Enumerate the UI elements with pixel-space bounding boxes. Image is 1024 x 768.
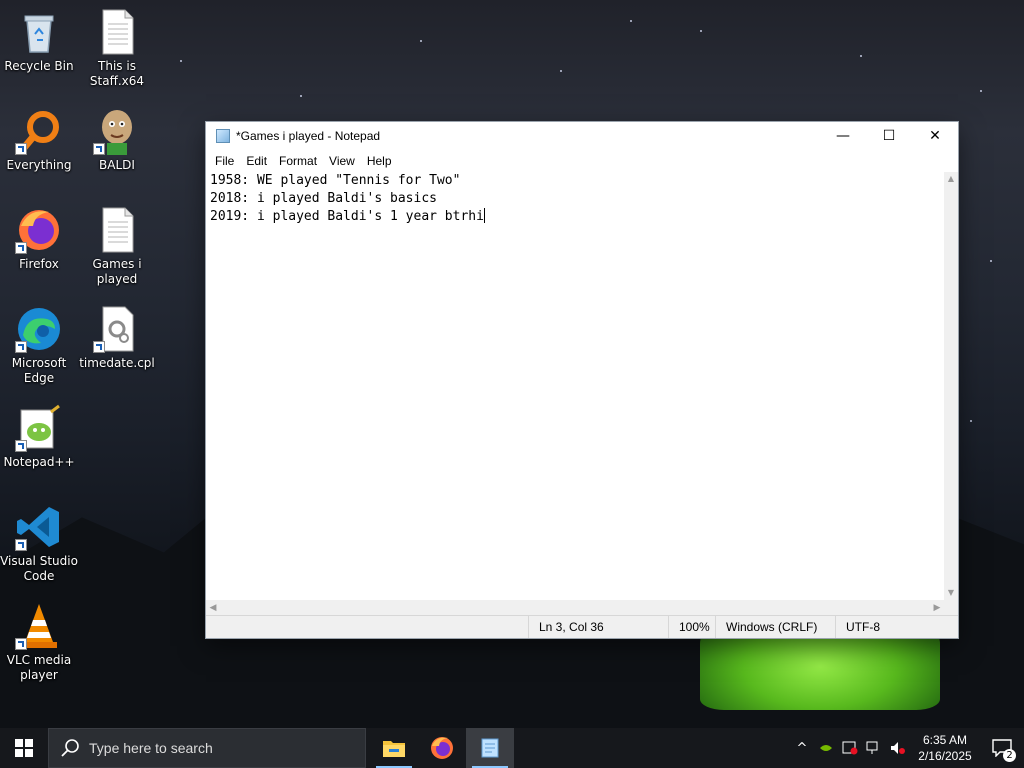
clock-date: 2/16/2025 [918,749,972,763]
close-button[interactable]: ✕ [912,122,958,150]
text-document-icon [93,206,141,254]
minimize-button[interactable]: — [820,122,866,150]
desktop-icon-firefox[interactable]: Firefox [0,206,78,272]
menu-bar: File Edit Format View Help [206,150,958,172]
status-bar: Ln 3, Col 36 100% Windows (CRLF) UTF-8 [206,615,958,638]
start-button[interactable] [0,728,48,768]
edge-icon [15,305,63,353]
vertical-scrollbar[interactable]: ▲ ▼ [944,172,958,600]
desktop-icon-label: Notepad++ [3,455,75,469]
folder-icon [383,741,405,757]
taskbar-firefox[interactable] [418,728,466,768]
shortcut-arrow-icon [15,143,27,155]
firefox-icon [15,206,63,254]
nvidia-icon[interactable] [814,728,838,768]
search-icon [61,739,79,757]
vlc-cone-icon [15,602,63,650]
desktop-icon-label: Firefox [19,257,59,271]
desktop-icon-everything[interactable]: Everything [0,107,78,173]
desktop-icon-label: BALDI [99,158,135,172]
shortcut-arrow-icon [15,539,27,551]
taskbar-clock[interactable]: 6:35 AM 2/16/2025 [910,732,980,764]
desktop-icon-edge[interactable]: Microsoft Edge [0,305,78,386]
text-caret [483,208,485,223]
notepad-icon [481,738,499,758]
scroll-up-icon[interactable]: ▲ [944,172,958,186]
baldi-face-icon [93,107,141,155]
magnifier-icon [15,107,63,155]
recycle-bin-icon [15,8,63,56]
clock-time: 6:35 AM [922,733,968,747]
status-line-ending: Windows (CRLF) [715,616,835,638]
taskbar-notepad[interactable] [466,728,514,768]
status-encoding: UTF-8 [835,616,958,638]
editor-line: 1958: WE played "Tennis for Two" [210,173,461,188]
maximize-button[interactable]: ☐ [866,122,912,150]
menu-format[interactable]: Format [273,154,323,168]
menu-help[interactable]: Help [361,154,398,168]
desktop-icon-vlc[interactable]: VLC media player [0,602,78,683]
taskbar: Type here to search ^ 6:35 AM 2/16/2025 … [0,728,1024,768]
window-title: *Games i played - Notepad [236,129,381,143]
desktop-icon-label: timedate.cpl [79,356,155,370]
editor-line: 2018: i played Baldi's basics [210,191,437,206]
notepad-plus-plus-icon [15,404,63,452]
notepad-icon [216,129,230,143]
menu-view[interactable]: View [323,154,361,168]
shortcut-arrow-icon [93,143,105,155]
notepad-window[interactable]: *Games i played - Notepad — ☐ ✕ File Edi… [206,122,958,638]
security-warning-icon[interactable] [838,728,862,768]
desktop-icon-label: This is Staff.x64 [89,59,145,88]
scroll-right-icon[interactable]: ▶ [930,600,944,616]
horizontal-scrollbar[interactable]: ◀ ▶ [206,600,944,616]
desktop-icon-baldi[interactable]: BALDI [78,107,156,173]
editor-line-text: 2019: i played Baldi's 1 year btrhi [210,209,484,224]
notification-center-button[interactable]: 2 [980,728,1024,768]
desktop-icon-staff-x64[interactable]: This is Staff.x64 [78,8,156,89]
menu-edit[interactable]: Edit [240,154,273,168]
text-editor[interactable]: 1958: WE played "Tennis for Two" 2018: i … [206,172,944,600]
menu-file[interactable]: File [209,154,240,168]
volume-muted-icon[interactable] [886,728,910,768]
editor-line-with-caret: 2019: i played Baldi's 1 year btrhi [210,208,940,226]
scrollbar-corner [944,600,958,616]
search-placeholder: Type here to search [89,740,213,756]
desktop-icon-timedate-cpl[interactable]: timedate.cpl [78,305,156,371]
desktop-icon-label: Recycle Bin [4,59,74,73]
desktop-icon-label: VLC media player [6,653,72,682]
chevron-up-icon[interactable]: ^ [790,728,814,768]
shortcut-arrow-icon [15,242,27,254]
desktop-icon-games-i-played[interactable]: Games i played [78,206,156,287]
desktop-icon-label: Visual Studio Code [0,554,78,583]
scroll-down-icon[interactable]: ▼ [944,586,958,600]
desktop-icon-label: Everything [6,158,72,172]
vscode-icon [15,503,63,551]
shortcut-arrow-icon [15,440,27,452]
shortcut-arrow-icon [15,638,27,650]
taskbar-file-explorer[interactable] [370,728,418,768]
shortcut-arrow-icon [15,341,27,353]
desktop-icon-notepad-plus-plus[interactable]: Notepad++ [0,404,78,470]
document-icon [93,8,141,56]
network-icon[interactable] [862,728,886,768]
status-zoom: 100% [668,616,715,638]
desktop-icon-label: Games i played [92,257,142,286]
firefox-icon [431,737,453,759]
notification-count-badge: 2 [1003,749,1016,762]
desktop-icon-vscode[interactable]: Visual Studio Code [0,503,78,584]
taskbar-search-box[interactable]: Type here to search [48,728,366,768]
gear-document-icon [93,305,141,353]
system-tray: ^ 6:35 AM 2/16/2025 2 [790,728,1024,768]
windows-logo-icon [15,739,33,757]
scroll-left-icon[interactable]: ◀ [206,600,220,616]
status-position: Ln 3, Col 36 [528,616,668,638]
desktop-icon-recycle-bin[interactable]: Recycle Bin [0,8,78,74]
title-bar[interactable]: *Games i played - Notepad — ☐ ✕ [206,122,958,150]
shortcut-arrow-icon [93,341,105,353]
desktop-icon-label: Microsoft Edge [11,356,67,385]
